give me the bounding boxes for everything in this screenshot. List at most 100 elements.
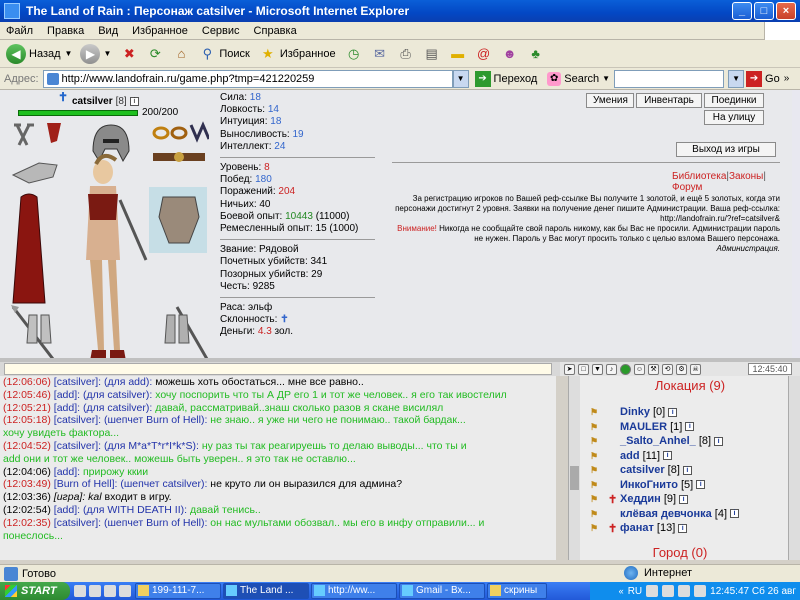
player-info-icon[interactable]: i: [668, 407, 678, 417]
player-list-item[interactable]: ⚑ ✝ Хеддин [9] i: [580, 492, 800, 507]
start-button[interactable]: START: [0, 582, 70, 600]
mail-icon[interactable]: ✉: [370, 44, 390, 64]
sound-icon[interactable]: ♪: [606, 363, 617, 375]
taskbar-item[interactable]: http://ww...: [311, 583, 397, 599]
greaves-icon[interactable]: [162, 312, 192, 348]
chat-input[interactable]: [4, 363, 552, 375]
player-name[interactable]: add: [620, 450, 640, 462]
player-name[interactable]: catsilver: [620, 464, 665, 476]
tray-icon[interactable]: [694, 585, 707, 597]
menu-view[interactable]: Вид: [98, 25, 118, 37]
belt-icon[interactable]: [148, 146, 208, 164]
print-icon[interactable]: ⎙: [396, 44, 416, 64]
back-button[interactable]: ◀ Назад ▼: [6, 43, 72, 64]
player-list-item[interactable]: ⚑ ИнкоГнито [5] i: [580, 478, 800, 493]
player-name[interactable]: Хеддин: [620, 493, 661, 505]
tools-icon[interactable]: ⚒: [648, 363, 659, 375]
private-message-icon[interactable]: ⚑: [590, 494, 606, 504]
exit-game-button[interactable]: Выход из игры: [676, 142, 776, 157]
filter-icon[interactable]: ▼: [592, 363, 603, 375]
inventory-button[interactable]: Инвентарь: [636, 93, 702, 108]
menu-tools[interactable]: Сервис: [202, 25, 240, 37]
player-info-icon[interactable]: i: [679, 494, 689, 504]
private-message-icon[interactable]: ⚑: [590, 509, 606, 519]
forum-link[interactable]: Форум: [672, 182, 702, 193]
tray-icon[interactable]: [678, 585, 691, 597]
private-message-icon[interactable]: ⚑: [590, 407, 606, 417]
refresh-icon[interactable]: ⟳: [145, 44, 165, 64]
gauntlets-icon[interactable]: [8, 154, 62, 188]
rings-icon[interactable]: [150, 120, 210, 144]
address-input[interactable]: http://www.landofrain.ru/game.php?tmp=42…: [42, 69, 453, 88]
player-list-scrollbar[interactable]: [788, 376, 800, 560]
status-online-icon[interactable]: [620, 363, 631, 375]
more-chevron-icon[interactable]: »: [784, 73, 790, 84]
player-info-icon[interactable]: i: [685, 422, 695, 432]
player-info-icon[interactable]: i: [682, 465, 692, 475]
private-message-icon[interactable]: ⚑: [590, 436, 606, 446]
player-list-item[interactable]: ⚑ catsilver [8] i: [580, 463, 800, 478]
player-info-icon[interactable]: i: [663, 451, 673, 461]
chat-scroll-thumb[interactable]: [570, 466, 579, 490]
search-button[interactable]: ⚲ Поиск: [197, 44, 250, 64]
character-info-icon[interactable]: i: [129, 97, 139, 106]
taskbar-item[interactable]: Gmail - Вх...: [399, 583, 485, 599]
edit-icon[interactable]: ▤: [422, 44, 442, 64]
player-list-item[interactable]: ⚑ _Salto_Anhel_ [8] i: [580, 434, 800, 449]
player-info-icon[interactable]: i: [714, 436, 724, 446]
player-info-icon[interactable]: i: [730, 509, 740, 519]
laws-link[interactable]: Законы: [729, 171, 763, 182]
search-bar-input[interactable]: [614, 69, 725, 88]
menu-edit[interactable]: Правка: [47, 25, 84, 37]
gear-icon[interactable]: ⚙: [676, 363, 687, 375]
menu-file[interactable]: Файл: [6, 25, 33, 37]
quick-launch-icon[interactable]: [74, 585, 86, 597]
private-message-icon[interactable]: ⚑: [590, 523, 606, 533]
quick-launch-icon[interactable]: [104, 585, 116, 597]
armor-icon[interactable]: [148, 186, 208, 256]
player-list-item[interactable]: ⚑ add [11] i: [580, 449, 800, 464]
stop-icon[interactable]: ✖: [119, 44, 139, 64]
street-button[interactable]: На улицу: [704, 110, 764, 125]
player-list-item[interactable]: ⚑ клёвая девчонка [4] i: [580, 507, 800, 522]
home-icon[interactable]: ⌂: [171, 44, 191, 64]
skills-button[interactable]: Умения: [586, 93, 634, 108]
player-name[interactable]: MAULER: [620, 421, 667, 433]
taskbar-item-active[interactable]: The Land ...: [223, 583, 309, 599]
quick-launch-icon[interactable]: [119, 585, 131, 597]
refresh-chat-icon[interactable]: ⟲: [662, 363, 673, 375]
page-scrollbar[interactable]: [792, 90, 800, 358]
player-name[interactable]: фанат: [620, 522, 654, 534]
boots-icon[interactable]: [24, 312, 54, 348]
history-icon[interactable]: ◷: [344, 44, 364, 64]
player-info-icon[interactable]: i: [678, 523, 688, 533]
maximize-button[interactable]: □: [754, 2, 774, 20]
go-button[interactable]: ➔ Переход: [474, 70, 537, 87]
player-name[interactable]: Dinky: [620, 406, 650, 418]
private-message-icon[interactable]: ⚑: [590, 480, 606, 490]
private-message-icon[interactable]: ⚑: [590, 422, 606, 432]
address-dropdown-icon[interactable]: ▼: [452, 69, 469, 88]
search-dropdown-icon[interactable]: ▼: [728, 69, 745, 88]
close-button[interactable]: ×: [776, 2, 796, 20]
language-indicator[interactable]: RU: [628, 586, 642, 597]
player-list-item[interactable]: ⚑ MAULER [1] i: [580, 420, 800, 435]
minimize-button[interactable]: _: [732, 2, 752, 20]
at-icon[interactable]: @: [474, 44, 494, 64]
forward-button[interactable]: ▶ ▼: [80, 43, 111, 64]
player-list-item[interactable]: ⚑ Dinky [0] i: [580, 405, 800, 420]
smile-icon[interactable]: ☺: [634, 363, 645, 375]
taskbar-item[interactable]: скрины: [487, 583, 547, 599]
private-message-icon[interactable]: ⚑: [590, 465, 606, 475]
library-link[interactable]: Библиотека: [672, 171, 726, 182]
search-go-button[interactable]: ➔ Go: [746, 70, 780, 87]
favorites-button[interactable]: ★ Избранное: [258, 44, 336, 64]
player-name[interactable]: _Salto_Anhel_: [620, 435, 696, 447]
duels-button[interactable]: Поединки: [704, 93, 764, 108]
tray-icon[interactable]: [662, 585, 675, 597]
cloak-red-icon[interactable]: [8, 192, 48, 316]
search-bar-label[interactable]: Search: [564, 73, 599, 85]
skull-icon[interactable]: ☠: [690, 363, 701, 375]
contacts-icon[interactable]: ♣: [526, 44, 546, 64]
private-message-icon[interactable]: ⚑: [590, 451, 606, 461]
